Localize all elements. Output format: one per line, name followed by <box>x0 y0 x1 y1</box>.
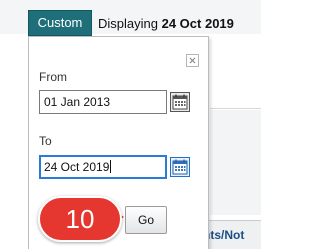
calendar-icon[interactable] <box>170 92 190 112</box>
from-label: From <box>39 70 67 84</box>
to-label: To <box>39 134 52 148</box>
background-column-header-link[interactable]: nts/Not <box>203 228 244 242</box>
to-date-value: 24 Oct 2019 <box>44 160 110 174</box>
custom-tab[interactable]: Custom <box>28 10 92 36</box>
close-icon-glyph <box>189 57 196 64</box>
displaying-prefix: Displaying <box>98 16 158 31</box>
to-date-input[interactable]: 24 Oct 2019 <box>39 155 167 179</box>
calendar-icon[interactable] <box>170 157 190 177</box>
background-divider <box>210 108 261 109</box>
background-column <box>210 110 261 215</box>
displaying-date: 24 Oct 2019 <box>161 16 234 31</box>
close-icon[interactable] <box>186 54 199 67</box>
calendar-icon-glyph <box>172 94 188 110</box>
go-button[interactable]: Go <box>125 206 167 234</box>
step-number-badge: 10 <box>38 196 122 242</box>
from-date-input[interactable]: 01 Jan 2013 <box>39 90 167 114</box>
text-cursor <box>110 160 112 173</box>
calendar-icon-glyph <box>172 159 188 175</box>
displaying-text: Displaying 24 Oct 2019 <box>98 16 234 31</box>
